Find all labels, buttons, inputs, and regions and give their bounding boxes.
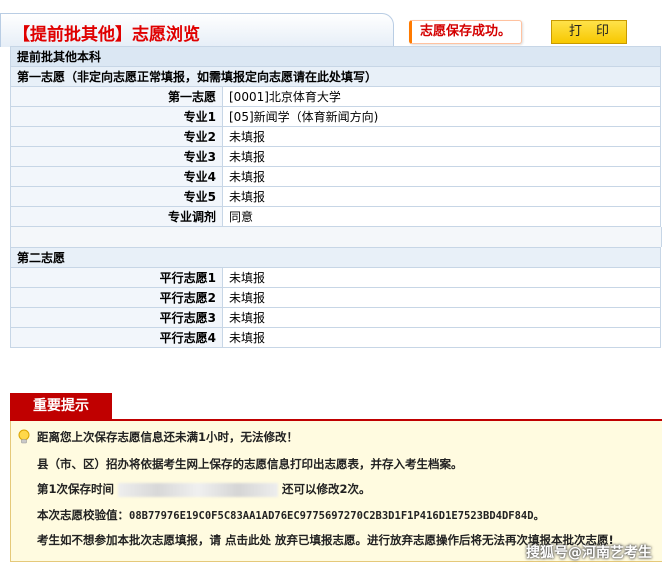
row-label: 专业3 bbox=[10, 146, 223, 167]
batch-name: 提前批其他本科 bbox=[10, 46, 661, 67]
table-row: 第一志愿 [0001]北京体育大学 bbox=[10, 86, 661, 107]
row-label: 专业调剂 bbox=[10, 206, 223, 227]
row-value: 未填报 bbox=[222, 126, 661, 147]
first-choice-heading: 第一志愿（非定向志愿正常填报，如需填报定向志愿请在此处填写） bbox=[10, 66, 661, 87]
row-label: 平行志愿2 bbox=[10, 287, 223, 308]
checksum-value: 08B77976E19C0F5C83AA1AD76EC9775697270C2B… bbox=[129, 510, 545, 522]
watermark: 搜狐号@河南艺考生 bbox=[526, 545, 652, 561]
table-row: 平行志愿2 未填报 bbox=[10, 287, 661, 308]
save-time-label: 第1次保存时间 bbox=[37, 482, 115, 496]
notice-line-4: 本次志愿校验值：08B77976E19C0F5C83AA1AD76EC97756… bbox=[37, 507, 544, 523]
table-row: 专业1 [05]新闻学（体育新闻方向) bbox=[10, 106, 661, 127]
table-row: 平行志愿3 未填报 bbox=[10, 307, 661, 328]
redacted-timestamp bbox=[118, 482, 279, 497]
row-value: 未填报 bbox=[222, 287, 661, 308]
first-choice-table: 提前批其他本科 第一志愿（非定向志愿正常填报，如需填报定向志愿请在此处填写） 第… bbox=[10, 46, 661, 227]
table-row: 专业3 未填报 bbox=[10, 146, 661, 167]
application-table-frame: 提前批其他本科 第一志愿（非定向志愿正常填报，如需填报定向志愿请在此处填写） 第… bbox=[10, 46, 662, 356]
save-success-message: 志愿保存成功。 bbox=[409, 20, 523, 44]
row-value: 未填报 bbox=[222, 327, 661, 348]
notice-title: 重要提示 bbox=[10, 393, 112, 420]
page-title-tab: 【提前批其他】志愿浏览 bbox=[0, 13, 394, 47]
row-label: 平行志愿3 bbox=[10, 307, 223, 328]
row-label: 平行志愿1 bbox=[10, 267, 223, 288]
row-value: 未填报 bbox=[222, 267, 661, 288]
row-value: 未填报 bbox=[222, 307, 661, 328]
row-value: 未填报 bbox=[222, 186, 661, 207]
table-row: 专业4 未填报 bbox=[10, 166, 661, 187]
notice-panel: 距离您上次保存志愿信息还未满1小时，无法修改！ 县（市、区）招办将依据考生网上保… bbox=[10, 421, 662, 562]
print-button[interactable]: 打印 bbox=[551, 20, 627, 44]
row-label: 专业5 bbox=[10, 186, 223, 207]
row-value: [05]新闻学（体育新闻方向) bbox=[222, 106, 661, 127]
notice-line-2: 县（市、区）招办将依据考生网上保存的志愿信息打印出志愿表，并存入考生档案。 bbox=[37, 457, 463, 471]
table-row: 平行志愿4 未填报 bbox=[10, 327, 661, 348]
table-row: 专业调剂 同意 bbox=[10, 206, 661, 227]
table-row: 专业2 未填报 bbox=[10, 126, 661, 147]
row-value: 同意 bbox=[222, 206, 661, 227]
row-label: 第一志愿 bbox=[10, 86, 223, 107]
page-title: 【提前批其他】志愿浏览 bbox=[13, 25, 200, 45]
notice-line-1: 距离您上次保存志愿信息还未满1小时，无法修改！ bbox=[37, 430, 298, 444]
row-label: 专业1 bbox=[10, 106, 223, 127]
second-choice-table: 第二志愿 平行志愿1 未填报 平行志愿2 未填报 平行志愿3 未填报 平行志愿4 未填报 bbox=[10, 247, 661, 348]
checksum-label: 本次志愿校验值： bbox=[37, 508, 129, 522]
remaining-edits: 还可以修改2次。 bbox=[282, 482, 371, 496]
table-row: 平行志愿1 未填报 bbox=[10, 267, 661, 288]
row-label: 平行志愿4 bbox=[10, 327, 223, 348]
row-label: 专业4 bbox=[10, 166, 223, 187]
row-label: 专业2 bbox=[10, 126, 223, 147]
row-value: 未填报 bbox=[222, 166, 661, 187]
notice-line-3: 第1次保存时间 还可以修改2次。 bbox=[37, 481, 371, 497]
lightbulb-icon bbox=[18, 429, 30, 444]
row-value: [0001]北京体育大学 bbox=[222, 86, 661, 107]
table-row: 专业5 未填报 bbox=[10, 186, 661, 207]
section-spacer bbox=[10, 227, 662, 247]
second-choice-heading: 第二志愿 bbox=[10, 247, 661, 268]
row-value: 未填报 bbox=[222, 146, 661, 167]
